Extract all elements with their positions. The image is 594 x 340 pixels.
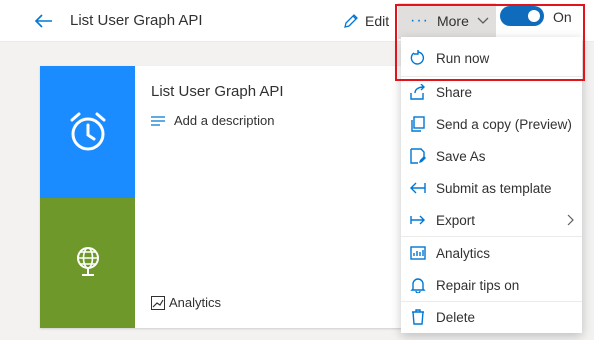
run-icon [410, 50, 426, 66]
menu-item-label: Submit as template [436, 180, 552, 196]
menu-item-label: Run now [436, 50, 490, 66]
menu-item-export[interactable]: Export [401, 205, 582, 235]
menu-item-send-copy[interactable]: Send a copy (Preview) [401, 109, 582, 139]
text-lines-icon [151, 115, 165, 126]
copy-icon [410, 116, 426, 132]
trigger-tile [40, 66, 135, 198]
arrow-left-icon [35, 14, 52, 28]
add-description-link[interactable]: Add a description [151, 113, 274, 128]
menu-item-repair-tips[interactable]: Repair tips on [401, 270, 582, 300]
flow-title: List User Graph API [151, 83, 284, 100]
menu-item-label: Export [436, 212, 476, 228]
menu-item-share[interactable]: Share [401, 77, 582, 107]
chevron-down-icon [477, 17, 489, 24]
menu-item-save-as[interactable]: Save As [401, 141, 582, 171]
globe-icon [76, 247, 99, 276]
pencil-icon [344, 14, 358, 28]
card-analytics-link[interactable]: Analytics [151, 295, 221, 310]
menu-divider [401, 236, 582, 237]
submit-icon [410, 180, 426, 196]
bell-icon [410, 277, 426, 293]
edit-button[interactable]: Edit [343, 10, 389, 32]
more-label: More [436, 13, 469, 29]
back-button[interactable] [30, 9, 58, 33]
alarm-clock-icon [70, 112, 105, 151]
export-icon [410, 212, 426, 228]
more-menu: Run now Share Send a copy (Preview) Save… [401, 37, 582, 333]
menu-item-label: Send a copy (Preview) [436, 116, 572, 132]
more-button[interactable]: ··· More [398, 3, 496, 39]
delete-icon [410, 309, 426, 325]
toggle-knob [528, 10, 540, 22]
header-bar: List User Graph API Edit ··· More On [0, 0, 594, 42]
card-analytics-label: Analytics [169, 295, 222, 310]
menu-item-label: Repair tips on [436, 277, 520, 293]
page-title: List User Graph API [70, 12, 203, 29]
menu-item-analytics[interactable]: Analytics [401, 238, 582, 268]
add-description-label: Add a description [174, 113, 275, 128]
menu-item-label: Save As [436, 148, 486, 164]
save-as-icon [410, 148, 426, 164]
edit-label: Edit [365, 13, 390, 29]
analytics-icon [410, 245, 426, 261]
analytics-chart-icon [151, 295, 165, 310]
ellipsis-icon: ··· [410, 12, 429, 29]
chevron-right-icon [567, 214, 574, 226]
menu-item-label: Share [436, 84, 473, 100]
menu-item-delete[interactable]: Delete [401, 302, 582, 332]
menu-item-run-now[interactable]: Run now [401, 43, 582, 73]
share-icon [410, 84, 426, 100]
menu-item-label: Delete [436, 309, 476, 325]
menu-item-submit-template[interactable]: Submit as template [401, 173, 582, 203]
flow-on-toggle[interactable] [500, 6, 544, 26]
action-tile [40, 198, 135, 328]
menu-item-label: Analytics [436, 245, 491, 261]
toggle-label: On [553, 9, 572, 25]
